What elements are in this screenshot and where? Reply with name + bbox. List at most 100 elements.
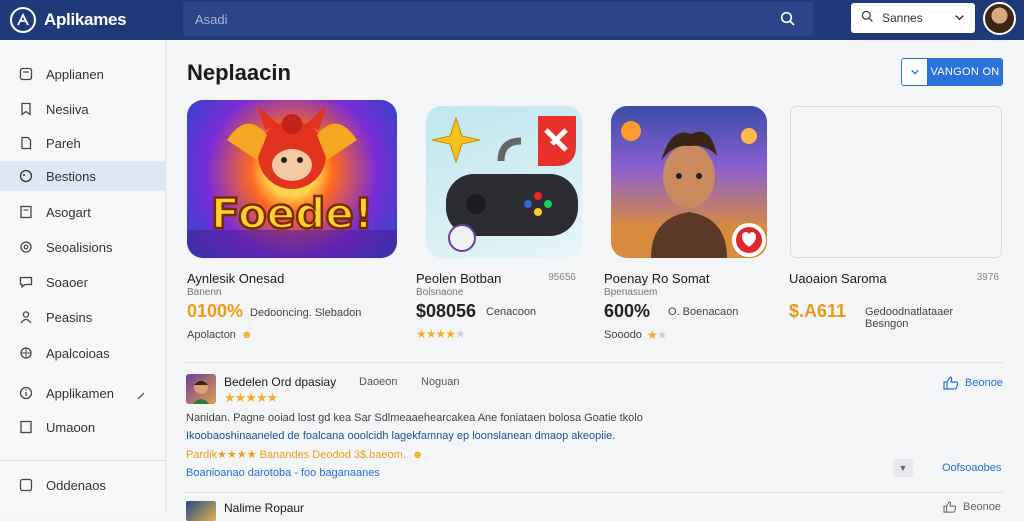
like-button-label: Beonoe [965, 377, 1003, 389]
review-item: Bedelen Ord dpasiay Daoeon Noguan ★★★★★ … [186, 372, 1016, 492]
search-bar[interactable] [183, 2, 813, 36]
review-meta: Daoeon [359, 376, 398, 388]
review-title: Nalime Ropaur [224, 501, 305, 515]
review-app-thumbnail[interactable] [186, 374, 216, 404]
expand-button[interactable]: ▼ [893, 459, 913, 477]
filter-select[interactable]: Sannes [851, 3, 975, 33]
sidebar-item-label: Applianen [46, 66, 104, 82]
sidebar-item-soaoer[interactable]: Soaoer [0, 267, 165, 297]
app-price: 0100% [187, 301, 244, 321]
review-tags[interactable]: Boanioanao darotoba - foo baganaanes [186, 467, 380, 479]
art-title-text: Foede! [211, 189, 373, 238]
app-artwork[interactable]: Foede! [187, 100, 397, 258]
app-description: Cenacoon [486, 306, 537, 318]
review-link[interactable]: Ikoobaoshinaaneled de foalcana ooolcidh … [186, 430, 615, 442]
review-meta: Noguan [421, 376, 460, 388]
app-price: $08056 [416, 301, 477, 321]
app-description: O. Boenacaon [668, 306, 739, 318]
review-body: Nanidan. Pagne ooiad lost gd kea Sar Sdl… [186, 412, 643, 424]
app-name: Aplikames [44, 10, 127, 29]
sidebar-item-bestions[interactable]: Bestions [0, 161, 165, 191]
more-link[interactable]: Oofsoaobes [942, 462, 1001, 474]
app-card[interactable]: Poenay Ro Somat Bpenasuem 600% O. Boenac… [604, 106, 814, 356]
emoji-icon: ☻ [240, 329, 253, 341]
search-icon [861, 10, 874, 26]
search-input[interactable] [195, 11, 755, 27]
sidebar-item-apalcoioas[interactable]: Apalcoioas [0, 338, 165, 368]
review-rating: Pardik★★★★ Banandes Deodod 3$.baeom. ☻ [186, 448, 424, 462]
page-title: Neplaacin [187, 60, 291, 85]
primary-action-label: VANGON ON [928, 59, 1002, 85]
chevron-down-icon[interactable] [902, 59, 928, 85]
sidebar-item-pareh[interactable]: Pareh [0, 128, 165, 158]
top-bar: Aplikames Sannes [0, 0, 1024, 40]
app-price: 600% [604, 301, 651, 321]
sidebar-item-label: Soaoer [46, 274, 88, 290]
app-footer-label: Sooodo [604, 329, 642, 341]
person-icon [18, 309, 34, 325]
chat-icon [18, 274, 34, 290]
emoji-icon: ☻ [411, 448, 424, 461]
app-artwork[interactable] [611, 106, 767, 258]
sidebar-item-seoalisions[interactable]: Seoalisions [0, 232, 165, 262]
sidebar-divider [0, 460, 165, 461]
app-card[interactable]: Peolen Botban 95656 Bolsnaone $08056 Cen… [416, 106, 626, 356]
sidebar-item-label: Seoalisions [46, 239, 113, 255]
app-publisher: Bpenasuem [604, 287, 658, 298]
like-button-label: Beonoe [963, 501, 1001, 513]
thumbs-up-icon [943, 376, 959, 390]
chevron-right-icon [137, 388, 145, 403]
sidebar-item-oddenaos[interactable]: Oddenaos [0, 470, 165, 500]
sidebar-item-peasins[interactable]: Peasins [0, 302, 165, 332]
app-description: Dedooncing. Slebadon [250, 307, 362, 319]
sidebar-item-label: Nesiiva [46, 101, 89, 117]
sidebar-item-label: Umaoon [46, 419, 96, 435]
app-size: 3976 [976, 272, 999, 283]
star-rating: ★★ [646, 328, 668, 342]
app-size: 95656 [548, 272, 576, 283]
settings-icon [18, 239, 34, 255]
app-name: Peolen Botban [416, 271, 502, 286]
document-icon [18, 135, 34, 151]
app-card[interactable]: Foede! Aynlesik Onesad Banenn 0100% Dedo… [187, 100, 397, 350]
sidebar-item-label: Apalcoioas [46, 345, 110, 361]
app-publisher: Banenn [187, 287, 222, 298]
search-icon[interactable] [779, 10, 797, 28]
like-button[interactable]: Beonoe [943, 501, 1001, 513]
sidebar-item-label: Oddenaos [46, 477, 106, 493]
sidebar-item-applikamen[interactable]: Applikamen [0, 378, 165, 408]
settings-icon [18, 345, 34, 361]
sidebar-item-label: Applikamen [46, 385, 114, 401]
sidebar-item-applianen[interactable]: Applianen [0, 59, 165, 89]
app-name: Poenay Ro Somat [604, 271, 710, 286]
app-artwork-placeholder[interactable] [790, 106, 1002, 258]
app-card[interactable]: Uaoaion Saroma 3976 $.A611 Gedoodnatlata… [789, 106, 1002, 356]
review-app-thumbnail[interactable] [186, 501, 216, 521]
app-price: $.A611 [789, 301, 847, 321]
app-logo[interactable]: Aplikames [0, 0, 166, 40]
primary-action-button[interactable]: VANGON ON [901, 58, 1003, 86]
app-name: Uaoaion Saroma [789, 271, 887, 286]
app-description: Gedoodnatlataaer Besngon [865, 306, 954, 330]
app-publisher: Bolsnaone [416, 287, 464, 298]
app-artwork[interactable] [426, 106, 582, 258]
app-name: Aynlesik Onesad [187, 271, 285, 286]
star-rating: ★★★★★ [416, 327, 466, 341]
like-button[interactable]: Beonoe [943, 376, 1003, 390]
review-title: Bedelen Ord dpasiay [224, 375, 337, 389]
app-footer: Apolacton ☻ [187, 329, 253, 341]
filter-select-value: Sannes [882, 11, 923, 25]
bookmark-icon [18, 101, 34, 117]
sidebar-item-nesiiva[interactable]: Nesiiva [0, 94, 165, 124]
sidebar-item-asogart[interactable]: Asogart [0, 197, 165, 227]
user-avatar[interactable] [983, 2, 1016, 35]
sidebar-item-label: Peasins [46, 309, 93, 325]
chevron-down-icon [954, 12, 965, 26]
app-logo-icon [10, 7, 36, 33]
app-footer-label: Apolacton [187, 329, 236, 341]
app-icon [18, 66, 34, 82]
review-rating-text: Pardik★★★★ Banandes Deodod 3$.baeom. [186, 449, 406, 461]
review-item: Nalime Ropaur Beonoe [186, 498, 1016, 521]
sidebar-item-umaoon[interactable]: Umaoon [0, 412, 165, 442]
sidebar-item-label: Asogart [46, 204, 91, 220]
